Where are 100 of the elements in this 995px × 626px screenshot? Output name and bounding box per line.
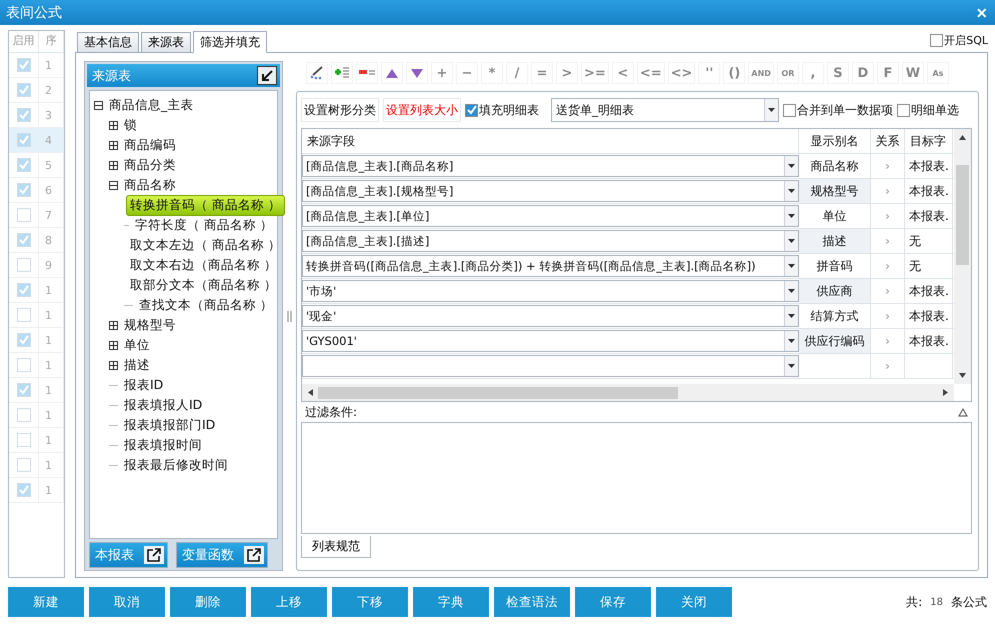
source-field-select[interactable]: [商品信息_主表].[商品名称] [302, 155, 799, 177]
list-row[interactable]: 1 [9, 428, 64, 453]
collapse-icon[interactable] [94, 100, 103, 110]
source-field-select[interactable]: [商品信息_主表].[单位] [302, 205, 799, 227]
checkbox[interactable] [783, 104, 796, 116]
scroll-left-icon[interactable] [307, 389, 314, 396]
source-field-select[interactable]: [商品信息_主表].[规格型号] [302, 180, 799, 202]
list-row[interactable]: 1 [9, 278, 64, 303]
checkbox[interactable] [465, 104, 478, 116]
source-field-select[interactable]: 转换拼音码([商品信息_主表].[商品分类]) + 转换拼音码([商品信息_主表].[商品名称]) [302, 255, 799, 277]
expand-icon[interactable] [109, 140, 118, 150]
toolbar-button[interactable] [331, 62, 353, 84]
toolbar-button[interactable] [356, 62, 378, 84]
action-button[interactable]: 新建 [8, 587, 84, 617]
tree-category-button[interactable]: 设置树形分类 [301, 98, 379, 122]
tree-item[interactable]: 报表最后修改时间 [120, 454, 232, 476]
tree-item[interactable]: 报表填报部门ID [120, 414, 220, 436]
source-field-select[interactable]: 'GYS001' [302, 330, 799, 352]
tree-item[interactable]: 单位 [120, 334, 154, 356]
operator-button[interactable]: / [506, 62, 528, 84]
tab[interactable]: 来源表 [141, 32, 191, 52]
list-row[interactable]: 3 [9, 103, 64, 128]
tree-item[interactable]: 规格型号 [120, 314, 180, 336]
tree-item[interactable]: 商品名称 [120, 174, 180, 196]
list-row[interactable]: 9 [9, 253, 64, 278]
operator-button[interactable]: >= [581, 62, 609, 84]
horizontal-scrollbar[interactable] [302, 384, 954, 401]
tree-item[interactable]: 查找文本（商品名称 ） [135, 294, 277, 316]
list-row[interactable]: 5 [9, 153, 64, 178]
relation-cell[interactable]: › [885, 309, 890, 323]
checkbox[interactable] [930, 34, 944, 47]
list-row[interactable]: 8 [9, 228, 64, 253]
detail-table-select[interactable]: 送货单_明细表 [551, 98, 779, 122]
scroll-down-icon[interactable] [959, 372, 966, 379]
operator-button[interactable]: − [456, 62, 478, 84]
operator-button[interactable]: <> [668, 62, 696, 84]
toolbar-button[interactable] [406, 62, 428, 84]
list-row[interactable]: 1 [9, 478, 64, 503]
action-button[interactable]: 保存 [575, 587, 651, 617]
action-button[interactable]: 下移 [332, 587, 408, 617]
expand-icon[interactable] [109, 120, 118, 130]
list-row[interactable]: 7 [9, 203, 64, 228]
relation-cell[interactable]: › [885, 334, 890, 348]
operator-button[interactable]: < [612, 62, 634, 84]
tree-item[interactable]: 报表填报时间 [120, 434, 206, 456]
action-button[interactable]: 取消 [89, 587, 165, 617]
list-row[interactable]: 6 [9, 178, 64, 203]
scroll-right-icon[interactable] [942, 389, 949, 396]
operator-button[interactable]: '' [698, 62, 720, 84]
source-field-select[interactable]: [商品信息_主表].[描述] [302, 230, 799, 252]
list-row[interactable]: 1 [9, 403, 64, 428]
operator-button[interactable]: D [852, 62, 874, 84]
tree-item[interactable]: 商品编码 [120, 134, 180, 156]
list-row[interactable]: 1 [9, 453, 64, 478]
tree-item[interactable]: 商品信息_主表 [105, 94, 198, 116]
operator-button[interactable]: > [556, 62, 578, 84]
operator-button[interactable]: F [876, 62, 899, 84]
tree-item[interactable]: 取文本左边（ 商品名称 ） [126, 234, 285, 256]
vertical-scrollbar[interactable] [954, 129, 971, 384]
tree-item[interactable]: 取文本右边（商品名称 ） [126, 254, 281, 276]
panel-button[interactable]: 本报表 [89, 542, 168, 568]
action-button[interactable]: 上移 [251, 587, 327, 617]
filter-input[interactable] [301, 422, 972, 534]
operator-button[interactable]: W [902, 62, 924, 84]
source-field-select[interactable]: '市场' [302, 280, 799, 302]
tree-item[interactable]: 描述 [120, 354, 154, 376]
expand-icon[interactable] [109, 340, 118, 350]
source-field-select[interactable]: '现金' [302, 305, 799, 327]
relation-cell[interactable]: › [885, 184, 890, 198]
checkbox[interactable] [897, 104, 910, 116]
toolbar-button[interactable] [306, 62, 328, 84]
toolbar-button[interactable] [381, 62, 403, 84]
operator-button[interactable]: * [481, 62, 503, 84]
list-row[interactable]: 2 [9, 78, 64, 103]
operator-button[interactable]: , [802, 62, 824, 84]
action-button[interactable]: 关闭 [656, 587, 732, 617]
list-row[interactable]: 1 [9, 353, 64, 378]
expand-icon[interactable] [109, 360, 118, 370]
list-size-button[interactable]: 设置列表大小 [383, 98, 461, 122]
operator-button[interactable]: <= [636, 62, 665, 84]
operator-button[interactable]: () [723, 62, 746, 84]
panel-button[interactable]: 变量函数 [176, 542, 268, 568]
tree-item[interactable]: 报表填报人ID [120, 394, 206, 416]
list-row[interactable]: 1 [9, 328, 64, 353]
tree-item[interactable]: 商品分类 [120, 154, 180, 176]
scroll-up-icon[interactable] [959, 134, 966, 141]
splitter-handle[interactable] [287, 310, 292, 322]
source-field-select[interactable] [302, 355, 799, 377]
expand-icon[interactable] [109, 160, 118, 170]
relation-cell[interactable]: › [885, 234, 890, 248]
action-button[interactable]: 删除 [170, 587, 246, 617]
relation-cell[interactable]: › [885, 259, 890, 273]
tree-item[interactable]: 锁 [120, 114, 141, 136]
tree-item[interactable]: 报表ID [120, 374, 168, 396]
dock-button[interactable] [257, 66, 277, 85]
tab[interactable]: 列表规范 [301, 536, 371, 558]
list-row[interactable]: 4 [9, 128, 64, 153]
tree-item[interactable]: 取部分文本（商品名称 ） [126, 274, 281, 296]
list-row[interactable]: 1 [9, 53, 64, 78]
relation-cell[interactable]: › [885, 284, 890, 298]
